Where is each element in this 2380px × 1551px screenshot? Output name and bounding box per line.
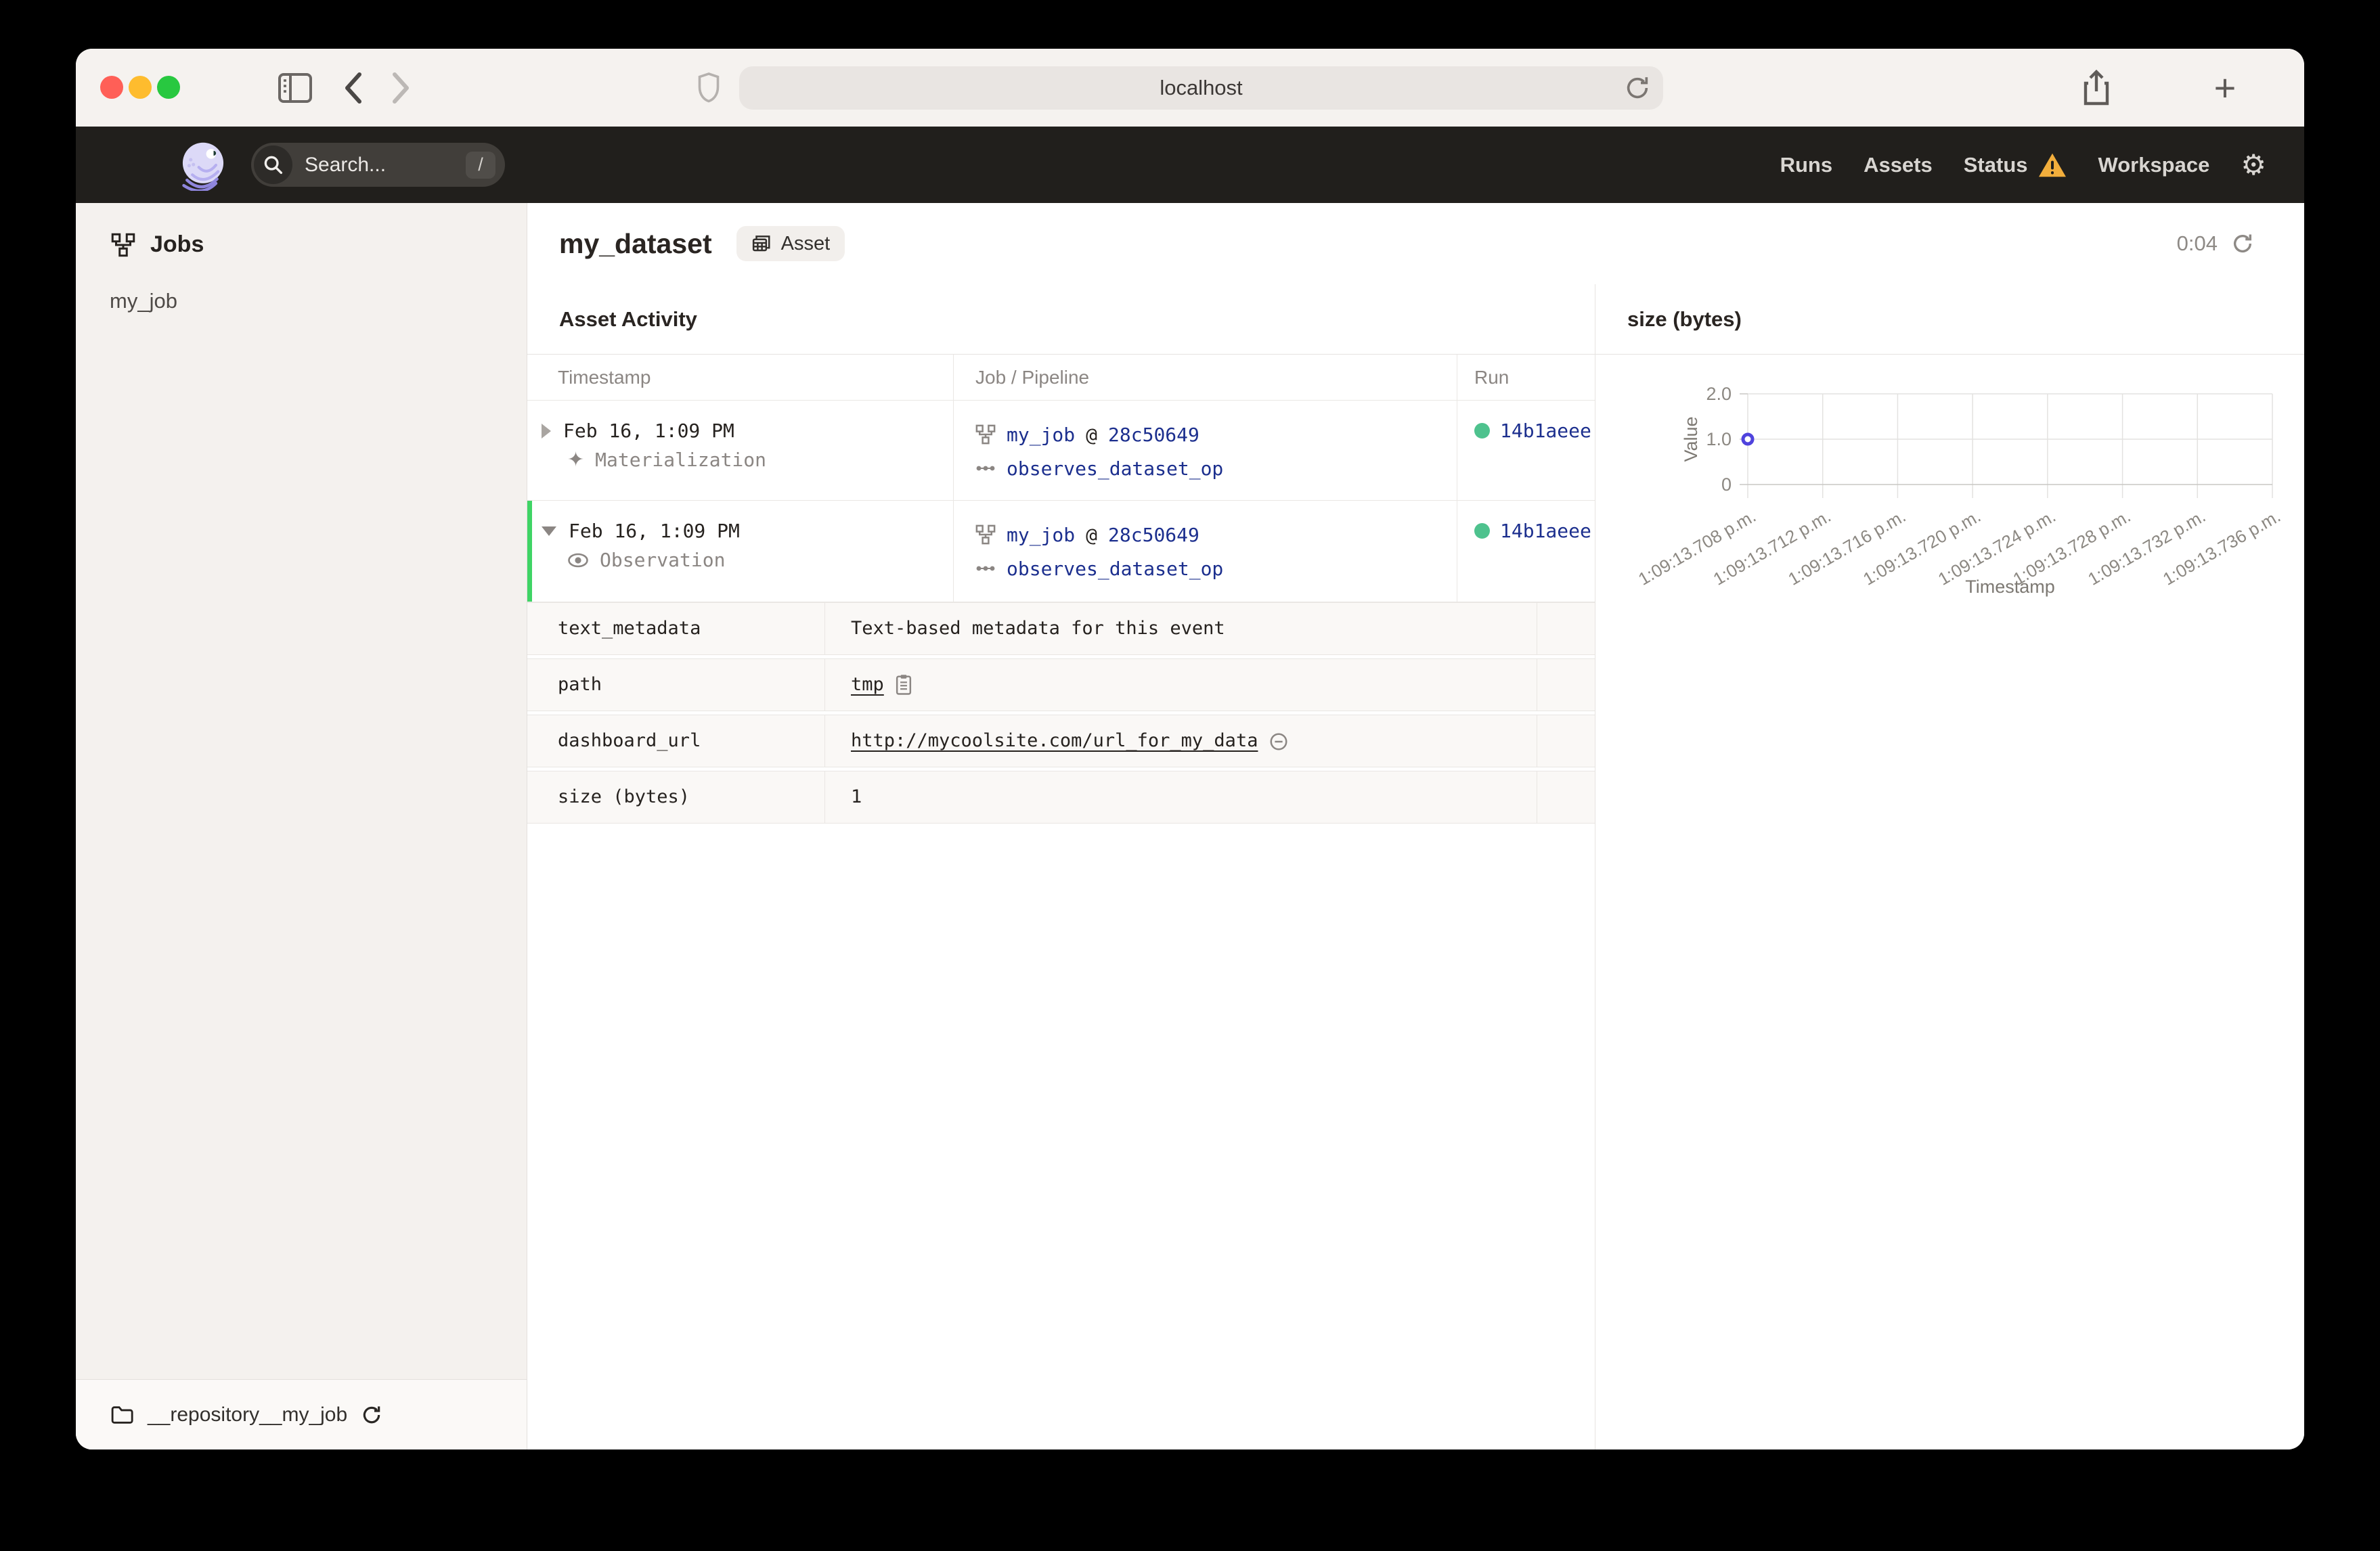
run-status-dot [1474,523,1490,539]
svg-text:0: 0 [1721,474,1732,495]
global-search-input[interactable]: Search... / [251,143,505,187]
address-bar[interactable]: localhost [739,66,1663,110]
materialization-icon: ✦ [567,448,585,471]
size-bytes-scatter-chart: 1:09:13.708 p.m.1:09:13.712 p.m.1:09:13.… [1635,384,2284,597]
svg-text:Timestamp: Timestamp [1965,577,2055,597]
nav-links: Runs Assets Status Workspace ⚙ [1780,127,2266,203]
minimize-window-button[interactable] [129,76,152,99]
asset-header: my_dataset Asset 0:04 [527,203,2304,284]
copy-clipboard-icon[interactable] [895,674,912,696]
search-shortcut-key: / [466,151,495,179]
job-link[interactable]: my_job [1007,424,1075,446]
run-id-link[interactable]: 14b1aeee [1500,420,1591,442]
dagster-logo[interactable] [177,139,229,191]
zoom-window-button[interactable] [157,76,180,99]
job-icon [975,524,996,545]
svg-text:Value: Value [1681,416,1701,462]
metadata-key: path [527,659,825,711]
new-tab-button[interactable]: + [2201,49,2249,127]
browser-window: localhost + Search... / Runs Assets Stat… [76,49,2304,1449]
app-navbar: Search... / Runs Assets Status Workspace… [76,127,2304,203]
sidebar-toggle-icon[interactable] [273,49,317,127]
asset-badge-icon [752,235,770,252]
search-icon [254,145,292,184]
share-icon[interactable] [2073,49,2120,127]
forward-button[interactable] [382,49,420,127]
repository-footer[interactable]: __repository__my_job [76,1379,527,1449]
asset-type-badge: Asset [736,226,845,261]
metadata-key: size (bytes) [527,771,825,823]
dashboard-url-link[interactable]: http://mycoolsite.com/url_for_my_data [851,730,1258,751]
reload-repository-icon[interactable] [361,1404,382,1426]
caret-down-icon[interactable] [542,526,556,536]
svg-text:1.0: 1.0 [1706,429,1732,449]
metadata-row-dashboard-url: dashboard_url http://mycoolsite.com/url_… [527,715,1595,767]
folder-icon [111,1406,133,1424]
activity-table-header: Timestamp Job / Pipeline Run [527,355,1595,401]
event-timestamp: Feb 16, 1:09 PM [569,520,740,542]
address-bar-url: localhost [1160,76,1243,99]
sidebar-header: Jobs [76,203,527,258]
activity-row-observation: Feb 16, 1:09 PM Observation my_job @ 28c… [527,501,1595,602]
size-bytes-chart-panel: size (bytes) 1:09:13.708 p.m. 1:09:13.712… [1595,284,2304,1449]
caret-right-icon[interactable] [542,423,551,439]
reload-page-icon[interactable] [1624,74,1651,102]
external-link-icon[interactable] [1269,732,1289,752]
jobs-sidebar: Jobs my_job __repository__my_job [76,203,527,1449]
event-type: Observation [600,549,726,571]
event-metadata-table: text_metadata Text-based metadata for th… [527,602,1595,824]
sidebar-title: Jobs [150,231,204,257]
op-link[interactable]: observes_dataset_op [1007,457,1223,480]
metadata-row-size-bytes: size (bytes) 1 [527,771,1595,824]
metadata-value: 1 [851,786,862,807]
column-header-job: Job / Pipeline [954,355,1457,400]
close-window-button[interactable] [100,76,123,99]
job-link[interactable]: my_job [1007,524,1075,546]
warning-triangle-icon [2038,153,2066,177]
asset-title: my_dataset [559,227,712,259]
nav-link-workspace[interactable]: Workspace [2098,153,2210,177]
asset-badge-label: Asset [780,232,831,254]
observation-eye-icon [568,553,588,567]
browser-toolbar: localhost + [76,49,2304,127]
back-button[interactable] [334,49,372,127]
jobs-icon [111,233,135,256]
metadata-key: dashboard_url [527,715,825,767]
event-type: Materialization [595,449,767,471]
refresh-page-icon[interactable] [2231,232,2254,255]
nav-link-assets[interactable]: Assets [1864,153,1933,177]
nav-link-status[interactable]: Status [1964,152,2067,179]
refresh-countdown: 0:04 [2176,231,2218,255]
metadata-row-path: path tmp [527,658,1595,711]
svg-text:2.0: 2.0 [1706,384,1732,404]
run-id-link[interactable]: 14b1aeee [1500,520,1591,542]
settings-gear-icon[interactable]: ⚙ [2241,150,2266,179]
asset-activity-panel: Asset Activity Timestamp Job / Pipeline … [527,284,1595,1449]
metadata-value: Text-based metadata for this event [851,618,1225,639]
run-status-dot [1474,423,1490,439]
metadata-row-text-metadata: text_metadata Text-based metadata for th… [527,602,1595,655]
asset-detail-main: my_dataset Asset 0:04 Asset Activity Tim… [527,203,2304,1449]
job-icon [975,424,996,445]
search-placeholder: Search... [305,153,387,176]
path-value-link[interactable]: tmp [851,674,884,695]
chart-title: size (bytes) [1595,284,2304,355]
event-timestamp: Feb 16, 1:09 PM [563,420,734,442]
run-tag-link[interactable]: 28c50649 [1108,424,1199,446]
op-link[interactable]: observes_dataset_op [1007,558,1223,580]
op-icon [976,466,995,471]
run-tag-link[interactable]: 28c50649 [1108,524,1199,546]
nav-link-runs[interactable]: Runs [1780,153,1833,177]
repository-name: __repository__my_job [148,1403,348,1426]
op-icon [976,566,995,571]
plus-icon: + [2213,66,2236,109]
asset-activity-heading: Asset Activity [527,284,1595,355]
column-header-timestamp: Timestamp [527,355,954,400]
privacy-shield-icon[interactable] [688,49,729,127]
sidebar-item-my-job[interactable]: my_job [76,258,527,313]
column-header-run: Run [1474,366,1509,388]
activity-row-materialization: Feb 16, 1:09 PM ✦ Materialization my_job… [527,401,1595,501]
metadata-key: text_metadata [527,603,825,654]
